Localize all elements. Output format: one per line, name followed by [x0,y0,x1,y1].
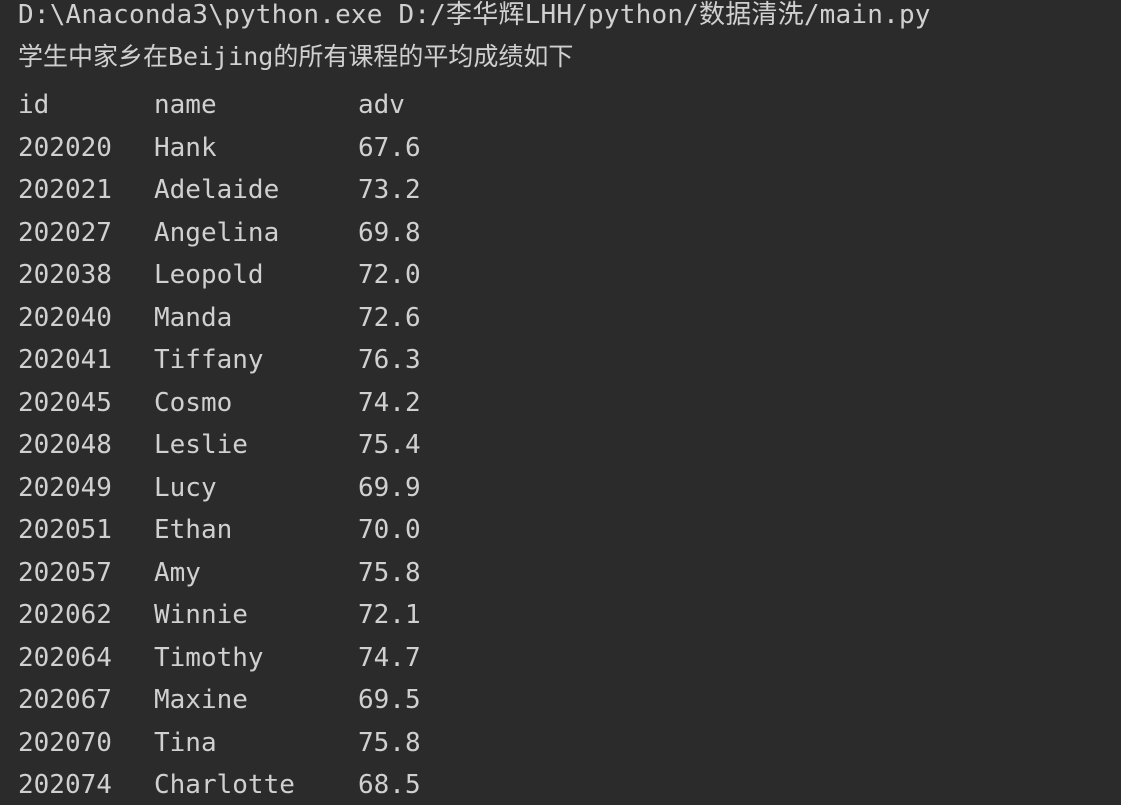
cell-name: Cosmo [154,387,233,418]
cell-name: Adelaide [154,175,280,206]
header-adv: adv [358,90,405,121]
table-row: 202020 Hank 67.6 [18,127,1018,170]
cell-adv: 74.2 [358,387,421,418]
cell-name: Timothy [154,642,264,673]
cell-adv: 75.8 [358,727,421,758]
cell-name: Amy [154,557,201,588]
table-row: 202074 Charlotte 68.5 [18,764,1018,805]
table-row: 202057 Amy 75.8 [18,552,1018,595]
table-row: 202067 Maxine 69.5 [18,679,1018,722]
table-row: 202041 Tiffany 76.3 [18,339,1018,382]
cell-id: 202049 [18,472,112,503]
table-row: 202064 Timothy 74.7 [18,637,1018,680]
table-row: 202027 Angelina 69.8 [18,212,1018,255]
table-row: 202038 Leopold 72.0 [18,254,1018,297]
output-table: id name adv 202020 Hank 67.6 202021 Adel… [18,84,1018,805]
cell-adv: 72.0 [358,260,421,291]
run-console: D:\Anaconda3\python.exe D:/李华辉LHH/python… [0,0,1121,805]
table-row: 202048 Leslie 75.4 [18,424,1018,467]
table-row: 202070 Tina 75.8 [18,722,1018,765]
header-name: name [154,90,217,121]
cell-id: 202051 [18,515,112,546]
cell-adv: 69.5 [358,685,421,716]
cell-adv: 69.9 [358,472,421,503]
cell-name: Angelina [154,217,280,248]
cell-name: Tiffany [154,345,264,376]
cell-id: 202074 [18,770,112,801]
cell-id: 202067 [18,685,112,716]
cell-id: 202021 [18,175,112,206]
table-header: id name adv [18,84,1018,127]
table-row: 202062 Winnie 72.1 [18,594,1018,637]
cell-name: Charlotte [154,770,295,801]
cell-id: 202040 [18,302,112,333]
cell-id: 202070 [18,727,112,758]
cell-adv: 72.1 [358,600,421,631]
table-row: 202040 Manda 72.6 [18,297,1018,340]
cell-adv: 76.3 [358,345,421,376]
cell-name: Hank [154,132,217,163]
cell-id: 202045 [18,387,112,418]
cell-name: Leopold [154,260,264,291]
output-caption: 学生中家乡在Beijing的所有课程的平均成绩如下 [18,42,574,71]
cell-adv: 73.2 [358,175,421,206]
header-id: id [18,90,50,121]
table-row: 202021 Adelaide 73.2 [18,169,1018,212]
cell-name: Manda [154,302,233,333]
cell-id: 202048 [18,430,112,461]
cell-adv: 72.6 [358,302,421,333]
cell-id: 202041 [18,345,112,376]
cell-adv: 75.8 [358,557,421,588]
cell-adv: 70.0 [358,515,421,546]
cell-adv: 75.4 [358,430,421,461]
table-row: 202049 Lucy 69.9 [18,467,1018,510]
cell-name: Ethan [154,515,233,546]
cell-adv: 69.8 [358,217,421,248]
cell-name: Tina [154,727,217,758]
cell-id: 202020 [18,132,112,163]
command-line: D:\Anaconda3\python.exe D:/李华辉LHH/python… [18,0,931,30]
cell-adv: 67.6 [358,132,421,163]
cell-name: Maxine [154,685,248,716]
cell-id: 202027 [18,217,112,248]
cell-name: Leslie [154,430,248,461]
cell-id: 202062 [18,600,112,631]
cell-name: Winnie [154,600,248,631]
cell-id: 202057 [18,557,112,588]
cell-id: 202064 [18,642,112,673]
cell-id: 202038 [18,260,112,291]
table-row: 202045 Cosmo 74.2 [18,382,1018,425]
cell-adv: 74.7 [358,642,421,673]
table-row: 202051 Ethan 70.0 [18,509,1018,552]
cell-adv: 68.5 [358,770,421,801]
cell-name: Lucy [154,472,217,503]
